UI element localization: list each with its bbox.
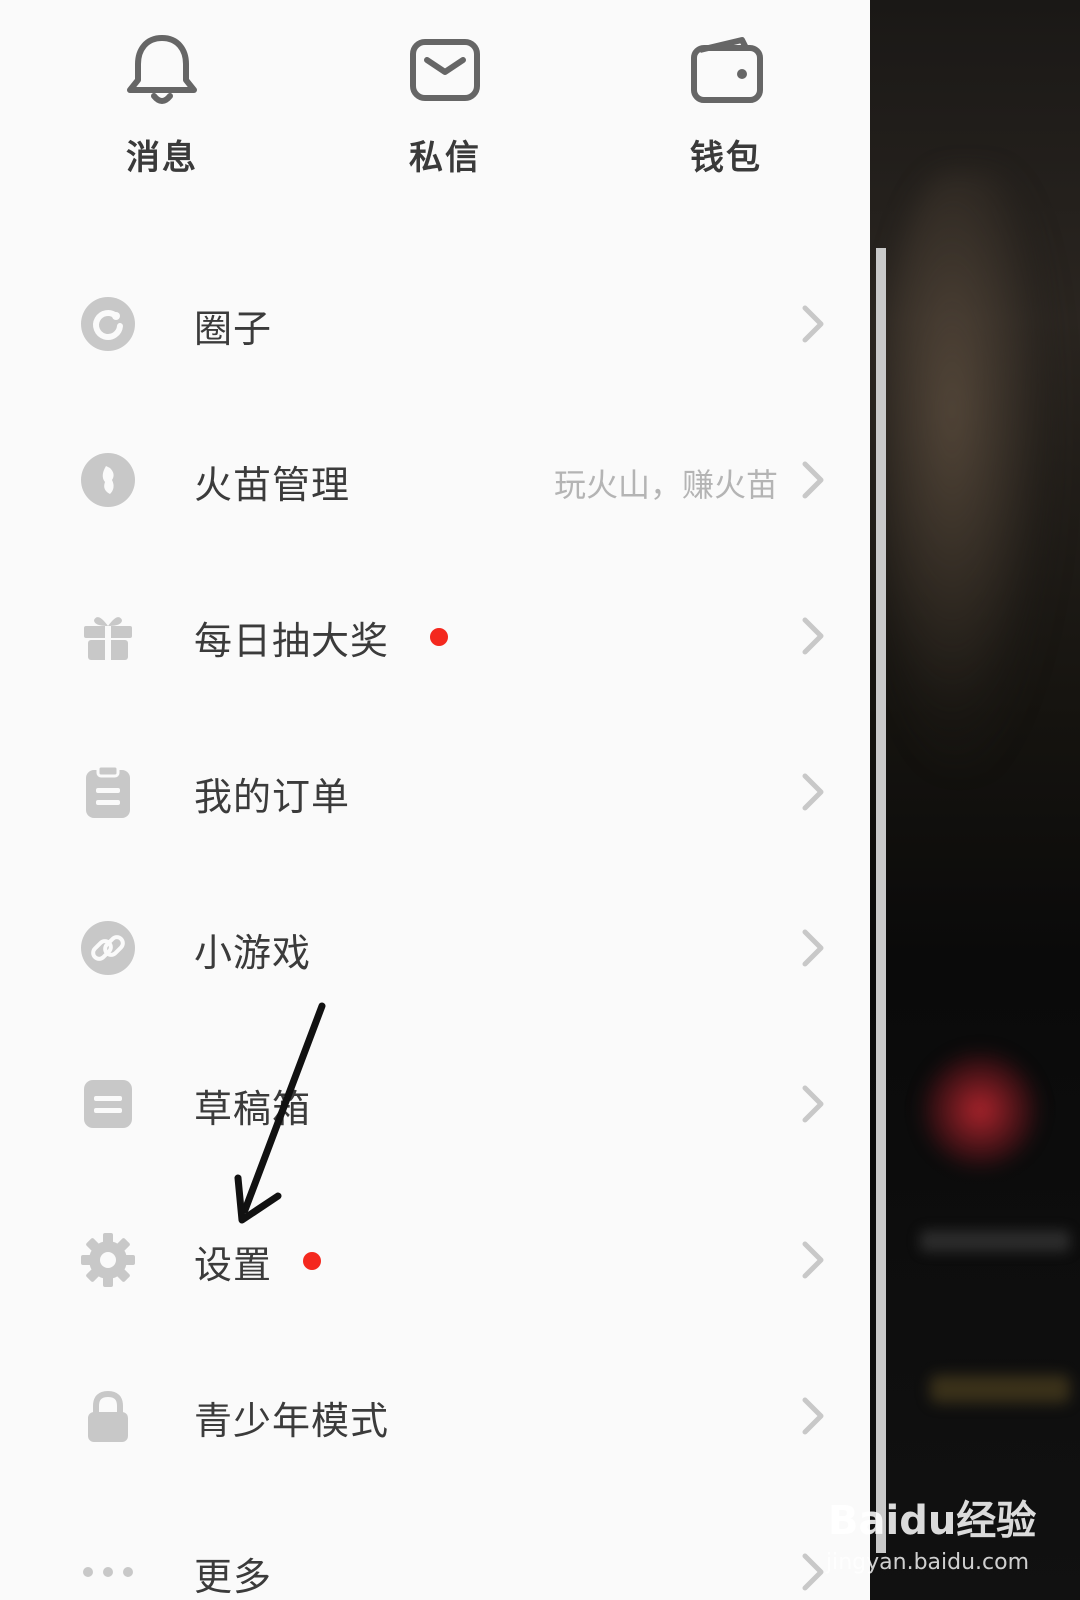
drawer-scrollbar[interactable] [876,248,886,1553]
messages-button[interactable]: 消息 [92,30,232,179]
app-screen: 消息 私信 钱包 圈子 火苗管理 玩火山，赚火苗 每日抽大奖 我的订单 小游戏 … [0,0,1080,1600]
menu-item-daily-lottery[interactable]: 每日抽大奖 [0,584,870,684]
chevron-right-icon [802,461,824,499]
link-icon [81,921,135,975]
chevron-right-icon [802,929,824,967]
watermark-url-text: jingyan.baidu.com [826,1550,1030,1575]
menu-item-settings[interactable]: 设置 [0,1208,870,1308]
gear-icon [81,1233,135,1287]
side-drawer: 消息 私信 钱包 圈子 火苗管理 玩火山，赚火苗 每日抽大奖 我的订单 小游戏 … [0,0,870,1600]
flame-icon [81,453,135,507]
top-actions: 消息 私信 钱包 [0,0,870,200]
more-dots-icon [83,1567,133,1577]
menu-item-my-orders[interactable]: 我的订单 [0,740,870,840]
menu-item-teen-mode[interactable]: 青少年模式 [0,1364,870,1464]
menu-label: 火苗管理 [194,463,351,507]
notification-badge [430,628,448,646]
background-red-button [920,1050,1040,1170]
menu-item-mini-games[interactable]: 小游戏 [0,896,870,996]
menu-label: 青少年模式 [194,1399,390,1443]
chevron-right-icon [802,1397,824,1435]
background-text-blur [920,1230,1070,1252]
wallet-button[interactable]: 钱包 [656,30,796,179]
bell-icon [127,35,197,104]
gift-icon [84,617,132,660]
wallet-icon [691,37,763,103]
baidu-jingyan-watermark: Baidu经验 jingyan.baidu.com [826,1488,1068,1588]
chevron-right-icon [802,1085,824,1123]
clipboard-icon [86,764,130,818]
menu-label: 每日抽大奖 [194,619,390,663]
chevron-right-icon [802,773,824,811]
menu-label: 草稿箱 [194,1087,312,1131]
menu-label: 圈子 [194,307,273,351]
chevron-right-icon [802,1241,824,1279]
messages-label: 消息 [126,138,198,178]
menu-label: 更多 [194,1555,273,1599]
menu-item-flame-management[interactable]: 火苗管理 玩火山，赚火苗 [0,428,870,528]
menu-item-more[interactable]: 更多 [0,1520,870,1600]
watermark-main-text: Baidu经验 [828,1498,1037,1544]
menu-hint: 玩火山，赚火苗 [553,466,778,504]
direct-messages-button[interactable]: 私信 [375,30,515,179]
background-figure [880,170,1060,770]
circle-refresh-icon [81,297,135,351]
menu-item-circles[interactable]: 圈子 [0,272,870,372]
mail-icon [410,39,480,101]
chevron-right-icon [802,305,824,343]
direct-messages-label: 私信 [409,138,481,178]
chevron-right-icon [802,617,824,655]
menu-label: 小游戏 [194,931,312,975]
wallet-label: 钱包 [690,138,762,178]
lock-icon [88,1390,128,1442]
menu-label: 我的订单 [194,775,351,819]
chevron-right-icon [802,1553,824,1591]
menu-label: 设置 [194,1243,273,1287]
notification-badge [303,1252,321,1270]
drafts-icon [84,1080,132,1128]
menu-item-drafts[interactable]: 草稿箱 [0,1052,870,1152]
background-tag-blur [930,1375,1070,1403]
